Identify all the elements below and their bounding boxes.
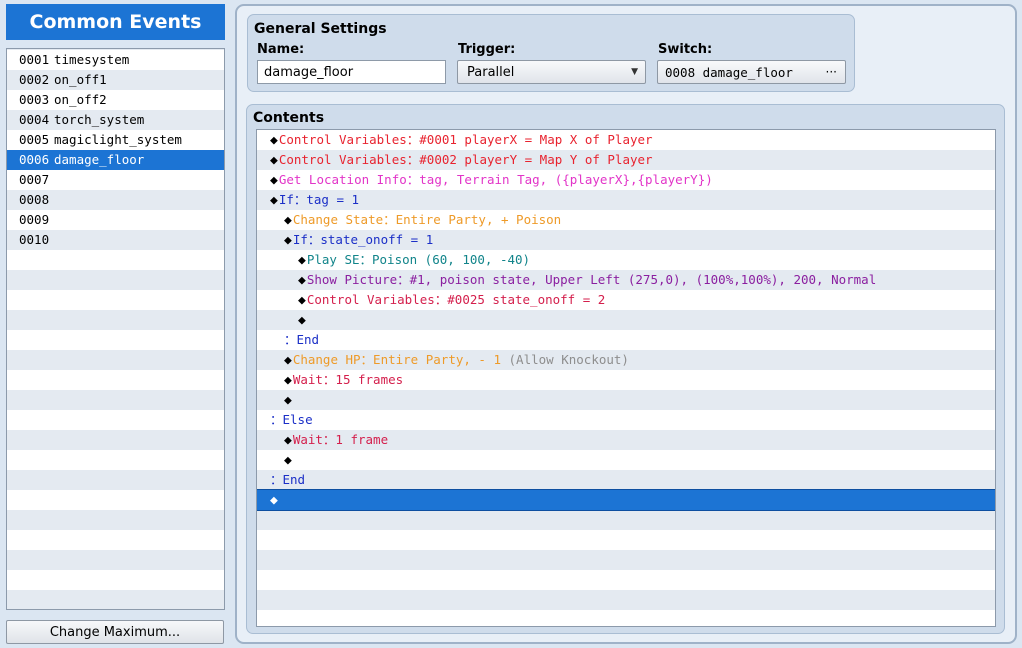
event-command-text: Control Variables：#0002 playerY = Map Y …	[278, 152, 653, 167]
switch-value: 0008 damage_floor	[665, 64, 793, 80]
event-command-text: ：End	[270, 472, 306, 487]
common-event-name: on_off1	[54, 72, 107, 87]
common-event-number: 0005	[19, 132, 50, 147]
common-events-title: Common Events	[6, 4, 225, 40]
ellipsis-icon[interactable]: ···	[826, 65, 837, 79]
diamond-icon: ◆	[270, 193, 278, 208]
common-event-number: 0009	[19, 212, 50, 227]
event-command-row[interactable]: ◆	[257, 310, 995, 330]
diamond-icon: ◆	[284, 453, 292, 468]
event-command-row[interactable]: ◆Show Picture：#1, poison state, Upper Le…	[257, 270, 995, 290]
event-command-row[interactable]: ◆Wait：15 frames	[257, 370, 995, 390]
event-command-row[interactable]: ◆Control Variables：#0025 state_onoff = 2	[257, 290, 995, 310]
event-command-row[interactable]: ◆Change HP：Entire Party, - 1 (Allow Knoc…	[257, 350, 995, 370]
event-command-text: Wait：1 frame	[292, 432, 389, 447]
common-event-name: damage_floor	[54, 152, 145, 167]
common-event-name: torch_system	[54, 112, 145, 127]
general-settings-title: General Settings	[254, 21, 387, 37]
common-event-name: magiclight_system	[54, 132, 182, 147]
trigger-value: Parallel	[467, 64, 515, 80]
diamond-icon: ◆	[284, 213, 292, 228]
diamond-icon: ◆	[270, 173, 278, 188]
event-commands-list[interactable]: ◆Control Variables：#0001 playerX = Map X…	[256, 129, 996, 627]
contents-title: Contents	[253, 110, 325, 126]
contents-group: Contents ◆Control Variables：#0001 player…	[246, 104, 1005, 634]
event-command-text: Control Variables：#0025 state_onoff = 2	[306, 292, 606, 307]
event-command-text: Change HP：Entire Party, - 1	[292, 352, 509, 367]
event-command-text: Control Variables：#0001 playerX = Map X …	[278, 132, 653, 147]
diamond-icon: ◆	[298, 273, 306, 288]
general-settings-group: General Settings Name: Trigger: Parallel…	[247, 14, 855, 92]
diamond-icon: ◆	[298, 313, 306, 328]
common-event-item[interactable]: 0010	[7, 230, 224, 250]
event-editor-panel: General Settings Name: Trigger: Parallel…	[235, 4, 1017, 644]
diamond-icon: ◆	[270, 133, 278, 148]
common-event-item[interactable]: 0001 timesystem	[7, 50, 224, 70]
event-command-row[interactable]: ◆If：state_onoff = 1	[257, 230, 995, 250]
diamond-icon: ◆	[298, 253, 306, 268]
event-command-text: (Allow Knockout)	[508, 352, 629, 367]
common-event-item[interactable]: 0003 on_off2	[7, 90, 224, 110]
diamond-icon: ◆	[284, 393, 292, 408]
common-event-number: 0008	[19, 192, 50, 207]
event-command-row[interactable]: ◆Control Variables：#0002 playerY = Map Y…	[257, 150, 995, 170]
switch-label: Switch:	[658, 42, 713, 57]
diamond-icon: ◆	[284, 373, 292, 388]
event-command-row[interactable]: ◆If：tag = 1	[257, 190, 995, 210]
event-command-text: Show Picture：#1, poison state, Upper Lef…	[306, 272, 877, 287]
event-command-row[interactable]: ：End	[257, 470, 995, 490]
common-event-item[interactable]: 0006 damage_floor	[7, 150, 224, 170]
diamond-icon: ◆	[270, 153, 278, 168]
event-command-text: Play SE：Poison (60, 100, -40)	[306, 252, 531, 267]
event-command-text: If：state_onoff = 1	[292, 232, 434, 247]
chevron-down-icon: ▼	[631, 67, 638, 77]
common-events-list[interactable]: 0001 timesystem 0002 on_off1 0003 on_off2 0004…	[6, 48, 225, 610]
event-command-row[interactable]: ：Else	[257, 410, 995, 430]
common-event-item[interactable]: 0009	[7, 210, 224, 230]
event-command-row[interactable]: ◆Wait：1 frame	[257, 430, 995, 450]
diamond-icon: ◆	[270, 493, 278, 508]
common-event-number: 0003	[19, 92, 50, 107]
common-event-item[interactable]: 0004 torch_system	[7, 110, 224, 130]
common-event-item[interactable]: 0002 on_off1	[7, 70, 224, 90]
common-event-number: 0007	[19, 172, 50, 187]
event-command-text: Wait：15 frames	[292, 372, 404, 387]
event-command-row[interactable]: ◆Control Variables：#0001 playerX = Map X…	[257, 130, 995, 150]
event-command-text: ：Else	[270, 412, 313, 427]
diamond-icon: ◆	[284, 433, 292, 448]
diamond-icon: ◆	[284, 233, 292, 248]
event-command-row[interactable]: ◆	[257, 390, 995, 410]
trigger-label: Trigger:	[458, 42, 516, 57]
switch-field[interactable]: 0008 damage_floor ···	[657, 60, 846, 84]
common-event-name: timesystem	[54, 52, 130, 67]
event-command-row[interactable]: ：End	[257, 330, 995, 350]
common-event-name: on_off2	[54, 92, 107, 107]
common-event-item[interactable]: 0005 magiclight_system	[7, 130, 224, 150]
common-event-number: 0006	[19, 152, 50, 167]
common-event-item[interactable]: 0007	[7, 170, 224, 190]
event-command-row[interactable]: ◆Get Location Info：tag, Terrain Tag, ({p…	[257, 170, 995, 190]
common-event-number: 0002	[19, 72, 50, 87]
trigger-select[interactable]: Parallel ▼	[457, 60, 646, 84]
event-command-row[interactable]: ◆	[257, 450, 995, 470]
diamond-icon: ◆	[298, 293, 306, 308]
event-command-text: Get Location Info：tag, Terrain Tag, ({pl…	[278, 172, 713, 187]
event-command-row[interactable]: ◆	[257, 489, 995, 511]
change-maximum-button[interactable]: Change Maximum...	[6, 620, 224, 644]
common-event-number: 0001	[19, 52, 50, 67]
diamond-icon: ◆	[284, 353, 292, 368]
event-command-text: ：End	[284, 332, 320, 347]
event-command-text: Change State：Entire Party, + Poison	[292, 212, 562, 227]
event-command-row[interactable]: ◆Play SE：Poison (60, 100, -40)	[257, 250, 995, 270]
common-event-number: 0010	[19, 232, 50, 247]
common-event-item[interactable]: 0008	[7, 190, 224, 210]
event-command-text: If：tag = 1	[278, 192, 360, 207]
name-label: Name:	[257, 42, 305, 57]
event-command-row[interactable]: ◆Change State：Entire Party, + Poison	[257, 210, 995, 230]
name-input[interactable]	[257, 60, 446, 84]
common-event-number: 0004	[19, 112, 50, 127]
